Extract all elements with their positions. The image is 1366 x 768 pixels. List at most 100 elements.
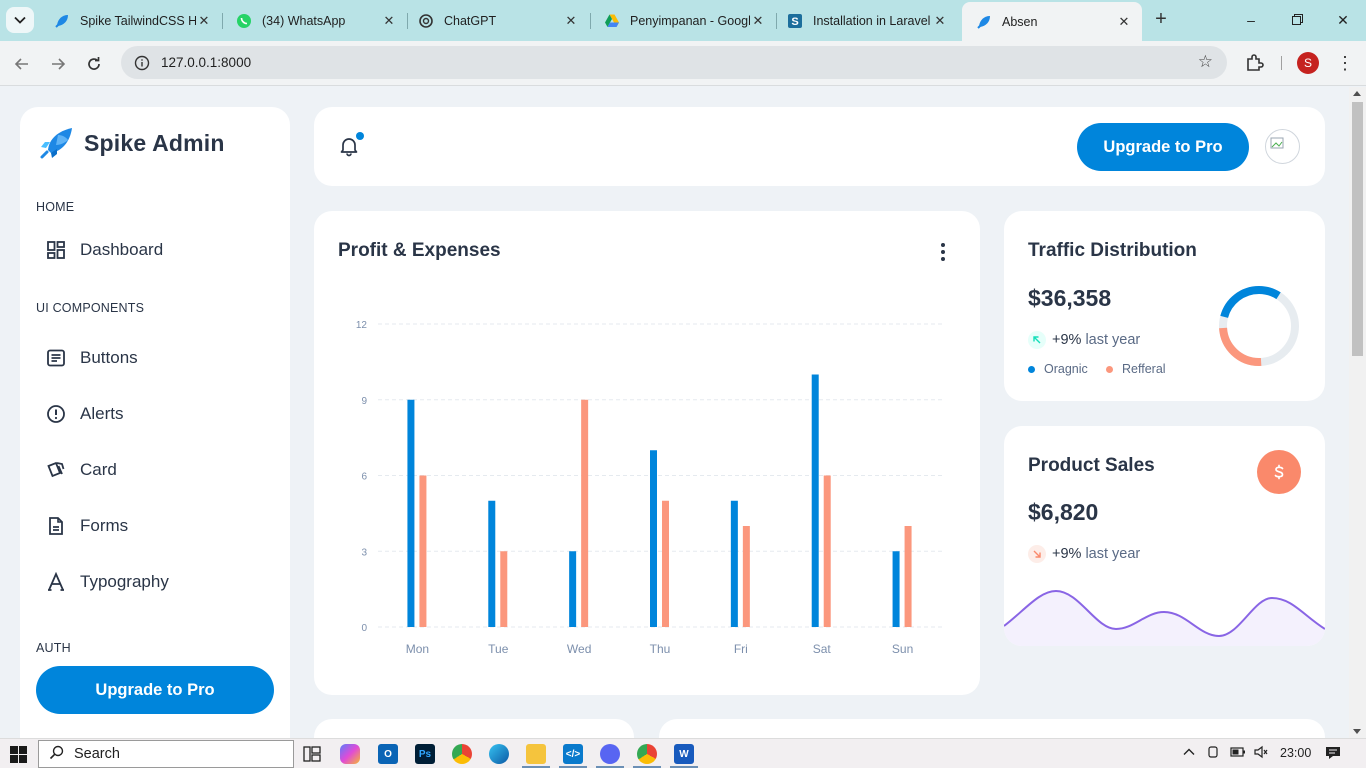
- vscode-icon[interactable]: </>: [563, 744, 583, 764]
- y-tick-label: 0: [361, 623, 367, 634]
- bar-secondary[interactable]: [742, 526, 750, 627]
- close-icon[interactable]: ✕: [196, 13, 212, 29]
- sidebar-item-typography[interactable]: Typography: [36, 560, 274, 604]
- card-title: Product Sales: [1028, 455, 1155, 476]
- windows-start-icon[interactable]: [10, 746, 27, 763]
- close-icon[interactable]: ✕: [1116, 14, 1132, 30]
- browser-tab[interactable]: Penyimpanan - Google Drive ✕: [590, 4, 776, 37]
- battery-icon[interactable]: [1230, 745, 1246, 762]
- back-button[interactable]: [10, 52, 34, 76]
- discord-icon[interactable]: [600, 744, 620, 764]
- close-icon[interactable]: ✕: [750, 13, 766, 29]
- scroll-down-arrow[interactable]: [1353, 729, 1361, 734]
- file-explorer-icon[interactable]: [526, 744, 546, 764]
- word-icon[interactable]: W: [674, 744, 694, 764]
- page-viewport: Spike Admin HOME Dashboard UI COMPONENTS…: [0, 87, 1349, 738]
- taskbar-clock: 23:00: [1280, 746, 1312, 760]
- legend-dot: [1106, 365, 1113, 373]
- scroll-up-arrow[interactable]: [1353, 91, 1361, 96]
- bookmark-star-icon[interactable]: ☆: [1198, 52, 1213, 72]
- bar-primary[interactable]: [488, 500, 496, 627]
- close-icon[interactable]: ✕: [932, 13, 948, 29]
- chrome-icon[interactable]: [452, 744, 472, 764]
- tab-search-button[interactable]: [6, 7, 34, 33]
- bar-secondary[interactable]: [823, 475, 831, 628]
- page-scrollbar[interactable]: [1349, 87, 1366, 738]
- windows-taskbar: Search O Ps </> W 23:00: [0, 738, 1366, 768]
- browser-tab-active[interactable]: Absen ✕: [962, 2, 1142, 41]
- typography-icon: [46, 572, 66, 592]
- browser-tab[interactable]: Spike TailwindCSS HTML ✕: [40, 4, 222, 37]
- new-tab-button[interactable]: +: [1150, 9, 1172, 31]
- bar-primary[interactable]: [892, 551, 900, 627]
- sidebar-item-label: Forms: [80, 516, 129, 535]
- profile-avatar[interactable]: S: [1297, 52, 1319, 74]
- notifications-icon[interactable]: [1325, 745, 1341, 764]
- browser-tab[interactable]: S Installation in Laravel ✕: [773, 4, 958, 37]
- traffic-trend: +9% last year: [1028, 331, 1140, 349]
- sidebar-item-card[interactable]: Card: [36, 448, 274, 492]
- outlook-icon[interactable]: O: [378, 744, 398, 764]
- task-view-icon[interactable]: [302, 744, 322, 764]
- sidebar-item-alerts[interactable]: Alerts: [36, 392, 274, 436]
- forward-button[interactable]: [46, 52, 70, 76]
- x-tick-label: Fri: [734, 642, 748, 656]
- traffic-donut-chart: [1219, 286, 1299, 366]
- scroll-thumb[interactable]: [1352, 102, 1363, 356]
- cards-icon: [46, 460, 66, 480]
- sidebar-item-label: Buttons: [80, 348, 138, 367]
- bar-secondary[interactable]: [662, 500, 669, 627]
- header-upgrade-button[interactable]: Upgrade to Pro: [1077, 123, 1249, 171]
- tab-title: Spike TailwindCSS HTML: [80, 13, 196, 28]
- taskbar-search[interactable]: Search: [38, 740, 294, 768]
- tab-title: (34) WhatsApp: [262, 13, 346, 28]
- user-avatar[interactable]: [1265, 129, 1300, 164]
- bar-secondary[interactable]: [904, 526, 912, 627]
- meet-now-icon[interactable]: [1206, 745, 1220, 762]
- close-window-button[interactable]: ✕: [1331, 8, 1355, 32]
- sales-trend: +9% last year: [1028, 545, 1140, 563]
- brand-logo[interactable]: Spike Admin: [38, 125, 225, 161]
- file-description-icon: [46, 516, 66, 536]
- y-tick-label: 6: [361, 472, 367, 483]
- browser-tab[interactable]: ChatGPT ✕: [404, 4, 589, 37]
- browser-menu-icon[interactable]: ⋮: [1336, 53, 1354, 75]
- bar-primary[interactable]: [730, 500, 738, 627]
- minimize-button[interactable]: –: [1239, 8, 1263, 32]
- bar-primary[interactable]: [407, 399, 415, 627]
- arrow-left-icon: [14, 58, 28, 70]
- bar-primary[interactable]: [569, 551, 577, 627]
- photoshop-icon[interactable]: Ps: [415, 744, 435, 764]
- sidebar-item-label: Card: [80, 460, 117, 479]
- bar-secondary[interactable]: [500, 551, 508, 627]
- sidebar-item-label: Typography: [80, 572, 169, 591]
- close-icon[interactable]: ✕: [381, 13, 397, 29]
- legend-label: Oragnic: [1044, 362, 1088, 376]
- volume-icon[interactable]: [1253, 745, 1269, 762]
- browser-tab[interactable]: (34) WhatsApp ✕: [222, 4, 407, 37]
- sidebar-item-buttons[interactable]: Buttons: [36, 336, 274, 380]
- copilot-icon[interactable]: [340, 744, 360, 764]
- bar-primary[interactable]: [811, 374, 819, 628]
- site-info-icon[interactable]: [127, 55, 157, 71]
- edge-icon[interactable]: [489, 744, 509, 764]
- sidebar-upgrade-button[interactable]: Upgrade to Pro: [36, 666, 274, 714]
- x-tick-label: Thu: [650, 642, 671, 656]
- chrome-icon[interactable]: [637, 744, 657, 764]
- close-icon[interactable]: ✕: [563, 13, 579, 29]
- extensions-icon[interactable]: [1244, 53, 1266, 75]
- trend-percent: +9%: [1052, 332, 1082, 348]
- address-bar[interactable]: 127.0.0.1:8000 ☆: [121, 46, 1227, 79]
- bar-secondary[interactable]: [581, 399, 589, 627]
- sidebar-item-dashboard[interactable]: Dashboard: [36, 228, 274, 272]
- sidebar-item-label: Alerts: [80, 404, 124, 423]
- chevron-up-icon[interactable]: [1182, 745, 1196, 762]
- profit-expenses-chart: 0 3 6 9 12 Mon Tue Wed Thu Fri Sat Sun: [356, 320, 944, 656]
- rocket-logo-icon: [40, 128, 72, 159]
- notification-dot: [356, 132, 364, 140]
- sidebar-item-forms[interactable]: Forms: [36, 504, 274, 548]
- bar-secondary[interactable]: [419, 475, 427, 628]
- reload-button[interactable]: [82, 52, 106, 76]
- bar-primary[interactable]: [650, 450, 657, 627]
- restore-button[interactable]: [1285, 8, 1309, 32]
